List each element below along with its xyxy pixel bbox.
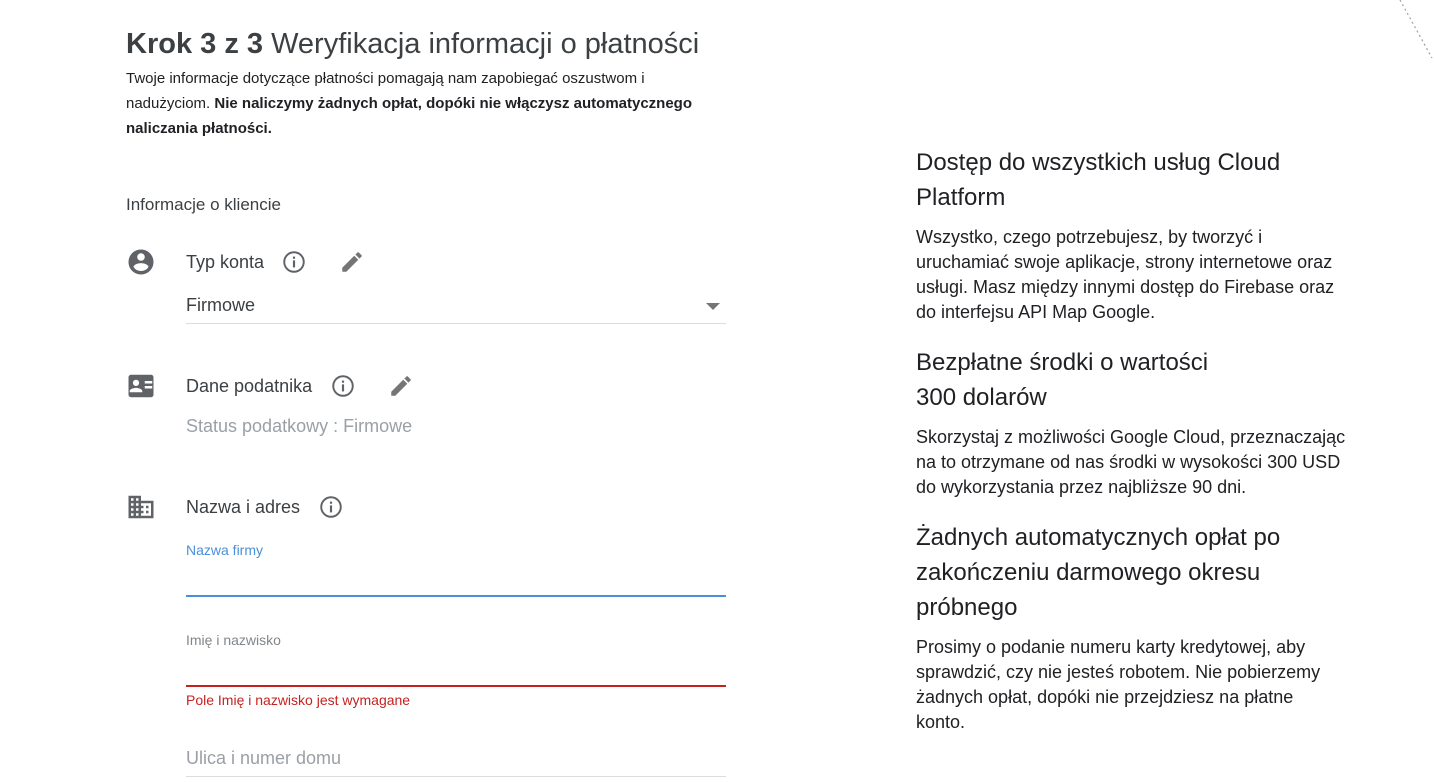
benefit-title-no-charges: Żadnych automatycznych opłat po zakończe… (916, 524, 1281, 621)
street-field (186, 742, 726, 780)
customer-section-label: Informacje o kliencie (126, 195, 281, 214)
benefit-title-cloud-access: Dostęp do wszystkich usług Cloud Platfor… (916, 149, 1281, 211)
name-address-title: Nazwa i adres (186, 497, 301, 517)
account-circle-icon (126, 247, 156, 277)
intro-bold-text: Nie naliczymy żadnych opłat, dopóki nie … (126, 95, 693, 137)
company-name-underline (186, 595, 726, 597)
benefit-text-free-credit: Skorzystaj z możliwości Google Cloud, pr… (916, 427, 1346, 497)
street-input[interactable] (186, 744, 726, 772)
company-name-input[interactable] (186, 564, 726, 592)
company-name-field: Nazwa firmy (186, 540, 726, 600)
company-name-label: Nazwa firmy (186, 542, 264, 558)
benefit-title-free-credit: Bezpłatne środki o wartości 300 dolarów (916, 349, 1209, 411)
full-name-error: Pole Imię i nazwisko jest wymagane (186, 692, 411, 708)
tax-status-text: Status podatkowy : Firmowe (186, 416, 413, 436)
id-card-icon (126, 371, 156, 401)
step-indicator: Krok 3 z 3 (126, 28, 263, 60)
tax-info-title: Dane podatnika (186, 376, 313, 396)
benefit-text-no-charges: Prosimy o podanie numeru karty kredytowe… (916, 637, 1321, 732)
info-outline-icon[interactable] (330, 373, 356, 399)
arrow-drop-down-icon (706, 303, 720, 310)
business-building-icon (126, 492, 156, 522)
info-outline-icon[interactable] (318, 494, 344, 520)
account-type-select[interactable]: Firmowe (186, 288, 726, 324)
page-title-text: Weryfikacja informacji o płatności (271, 28, 700, 60)
street-underline (186, 776, 726, 777)
account-type-value: Firmowe (186, 295, 256, 315)
pencil-icon[interactable] (388, 373, 414, 399)
pencil-icon[interactable] (339, 249, 365, 275)
page-title: Krok 3 z 3 Weryfikacja informacji o płat… (126, 28, 699, 61)
full-name-label: Imię i nazwisko (186, 632, 281, 648)
benefit-text-cloud-access: Wszystko, czego potrzebujesz, by tworzyć… (916, 227, 1335, 322)
account-type-title: Typ konta (186, 252, 265, 272)
info-outline-icon[interactable] (281, 249, 307, 275)
full-name-field: Imię i nazwisko Pole Imię i nazwisko jes… (186, 630, 726, 710)
full-name-input[interactable] (186, 654, 726, 682)
full-name-underline (186, 685, 726, 687)
intro-paragraph: Twoje informacje dotyczące płatności pom… (126, 66, 726, 141)
corner-decoration (1399, 0, 1433, 59)
